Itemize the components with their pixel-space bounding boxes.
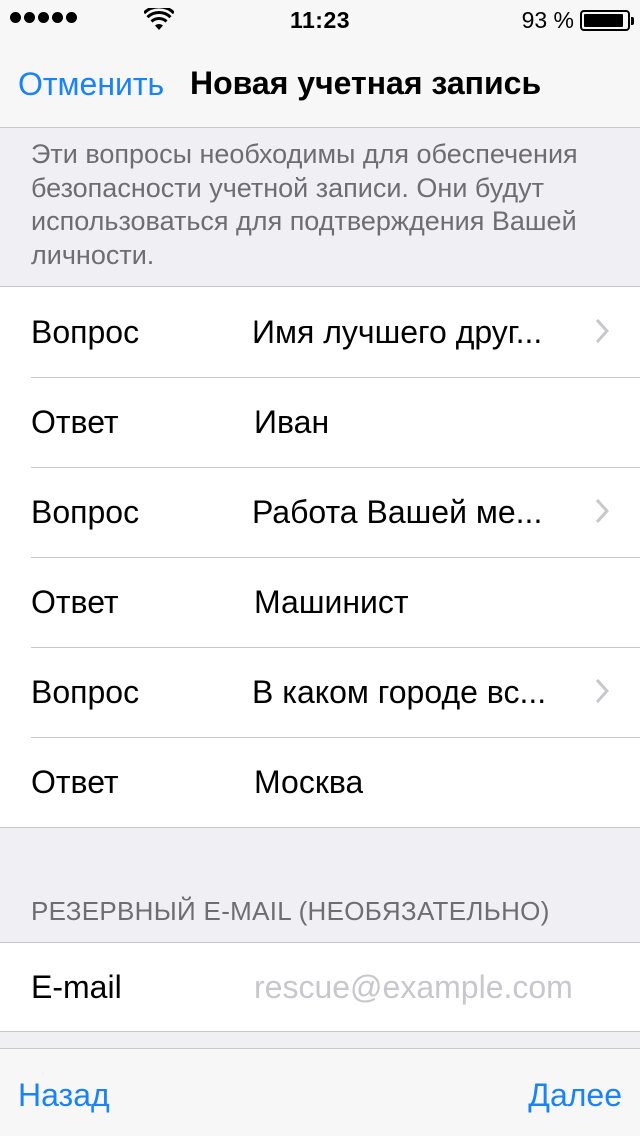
battery-percent: 93 % [521, 7, 574, 33]
battery-icon [580, 10, 634, 31]
answer-label: Ответ [31, 404, 119, 440]
answer-field[interactable]: Москва [254, 737, 363, 827]
screen: 11:23 93 % Отменить Новая учетная запись… [0, 0, 640, 1136]
back-button[interactable]: Назад [18, 1077, 110, 1114]
answer-field[interactable]: Иван [254, 377, 329, 467]
chevron-right-icon [595, 678, 609, 704]
cancel-button[interactable]: Отменить [18, 66, 164, 103]
top-bar: 11:23 93 % Отменить Новая учетная запись [0, 0, 640, 128]
question-row-3[interactable]: Вопрос В каком городе вс... [0, 647, 640, 737]
rescue-email-group: E-mail rescue@example.com [0, 942, 640, 1032]
email-row[interactable]: E-mail rescue@example.com [0, 943, 640, 1031]
question-label: Вопрос [31, 494, 140, 530]
answer-label: Ответ [31, 764, 119, 800]
navigation-bar: Отменить Новая учетная запись [0, 40, 640, 128]
chevron-right-icon [595, 498, 609, 524]
rescue-email-section-header: РЕЗЕРВНЫЙ E-MAIL (НЕОБЯЗАТЕЛЬНО) [31, 896, 550, 926]
email-field[interactable]: rescue@example.com [254, 943, 573, 1031]
question-value: Имя лучшего друг... [252, 314, 543, 350]
question-value: В каком городе вс... [252, 674, 547, 710]
question-label: Вопрос [31, 314, 140, 350]
security-questions-group: Вопрос Имя лучшего друг... Ответ Иван Во… [0, 286, 640, 828]
answer-row-1[interactable]: Ответ Иван [0, 377, 640, 467]
chevron-right-icon [595, 318, 609, 344]
answer-field[interactable]: Машинист [254, 557, 409, 647]
question-value: Работа Вашей ме... [252, 494, 543, 530]
question-row-1[interactable]: Вопрос Имя лучшего друг... [0, 287, 640, 377]
email-label: E-mail [31, 969, 122, 1005]
page-title: Новая учетная запись [190, 65, 542, 101]
answer-row-2[interactable]: Ответ Машинист [0, 557, 640, 647]
question-label: Вопрос [31, 674, 140, 710]
next-button[interactable]: Далее [528, 1077, 622, 1114]
answer-label: Ответ [31, 584, 119, 620]
security-description: Эти вопросы необходимы для обеспечения б… [31, 139, 578, 270]
question-row-2[interactable]: Вопрос Работа Вашей ме... [0, 467, 640, 557]
answer-row-3[interactable]: Ответ Москва [0, 737, 640, 827]
bottom-toolbar: Назад Далее [0, 1048, 640, 1136]
status-bar: 11:23 93 % [0, 0, 640, 40]
